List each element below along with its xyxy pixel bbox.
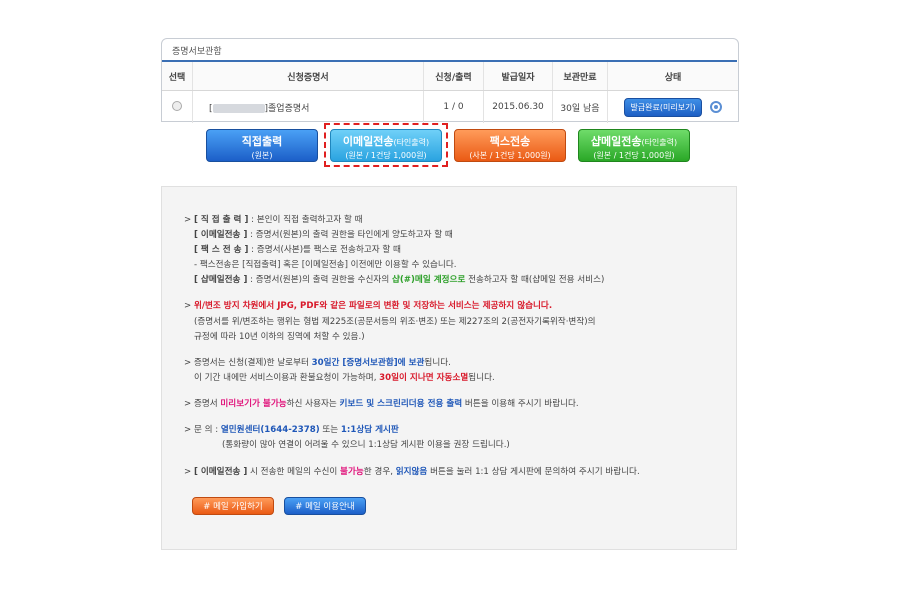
info-line-law-2: 규정에 따라 10년 이하의 징역에 처할 수 있음.)	[194, 332, 365, 342]
info-line-shap: [ 샵메일전송 ] : 증명서(원본)의 출력 권한을 수신자의 샵(#)메일 …	[194, 275, 605, 285]
direct-print-sub: (원본)	[251, 151, 273, 160]
mail-join-button[interactable]: # 메일 가입하기	[192, 497, 274, 515]
highlight-box	[324, 123, 448, 167]
count-cell: 1 / 0	[423, 90, 484, 123]
info-line-storage: > 증명서는 신청(결제)한 날로부터 30일간 [증명서보관함]에 보관됩니다…	[184, 358, 451, 368]
fax-send-title: 팩스전송	[489, 135, 531, 148]
shap-send-title: 샵메일전송	[590, 135, 642, 148]
header-certificate: 신청증명서	[192, 62, 424, 91]
fax-send-button[interactable]: 팩스전송 (사본 / 1건당 1,000원)	[454, 129, 566, 162]
header-expiry: 보관만료	[552, 62, 608, 91]
table-row: [ ]졸업증명서 1 / 0 2015.06.30 30일 남음 발급완료(미리보…	[162, 90, 739, 124]
certificate-name-cell: [ ]졸업증명서	[192, 90, 424, 123]
tab-certificate-storage[interactable]: 증명서보관함	[162, 39, 737, 62]
eye-icon[interactable]	[709, 101, 722, 113]
select-cell	[162, 90, 193, 123]
info-line-refund: 이 기간 내에만 서비스이용과 환불요청이 가능하며, 30일이 지나면 자동소…	[194, 373, 495, 383]
info-line-direct: > [ 직 접 출 력 ] : 본인이 직접 출력하고자 할 때	[184, 215, 363, 225]
info-line-fax-note: - 팩스전송은 [직접출력] 혹은 [이메일전송] 이전에만 이용할 수 있습니…	[194, 260, 457, 270]
direct-print-button[interactable]: 직접출력 (원본)	[206, 129, 318, 162]
header-status: 상태	[607, 62, 738, 91]
issue-preview-button[interactable]: 발급완료(미리보기)	[624, 97, 702, 117]
header-issue-date: 발급일자	[483, 62, 553, 91]
info-line-unread: > [ 이메일전송 ] 시 전송한 메일의 수신이 불가능한 경우, 읽지않음 …	[184, 467, 640, 477]
shap-send-note: (타인출력)	[641, 138, 678, 147]
certificate-table: 선택 신청증명서 신청/출력 발급일자 보관만료 상태 [ ]졸업증명서 1 / …	[162, 62, 738, 123]
header-select: 선택	[162, 62, 193, 91]
issue-date-cell: 2015.06.30	[483, 90, 553, 123]
info-line-fax: [ 팩 스 전 송 ] : 증명서(사본)를 팩스로 전송하고자 할 때	[194, 245, 401, 255]
tab-label: 증명서보관함	[172, 47, 222, 57]
info-line-preview: > 증명서 미리보기가 불가능하신 사용자는 키보드 및 스크린리더용 전용 출…	[184, 399, 579, 409]
shap-send-sub: (원본 / 1건당 1,000원)	[593, 151, 675, 160]
table-header-row: 선택 신청증명서 신청/출력 발급일자 보관만료 상태	[162, 62, 738, 91]
info-line-law: (증명서를 위/변조하는 행위는 형법 제225조(공문서등의 위조·변조) 또…	[194, 317, 596, 327]
cert-prefix: [	[209, 103, 213, 114]
status-cell: 발급완료(미리보기)	[608, 91, 739, 124]
select-radio[interactable]	[172, 100, 182, 111]
info-line-forgery: > 위/변조 방지 차원에서 JPG, PDF와 같은 파일로의 변환 및 저장…	[184, 301, 553, 311]
header-count: 신청/출력	[423, 62, 484, 91]
certificate-storage-panel: 증명서보관함 선택 신청증명서 신청/출력 발급일자 보관만료 상태 [ ]졸업증…	[161, 38, 739, 123]
mail-guide-button[interactable]: # 메일 이용안내	[284, 497, 366, 515]
info-line-contact-note: (통화량이 많아 연결이 어려울 수 있으니 1:1상담 게시판 이용을 권장 …	[222, 440, 510, 450]
expiry-cell: 30일 남음	[552, 90, 608, 123]
fax-send-sub: (사본 / 1건당 1,000원)	[469, 151, 551, 160]
info-line-email: [ 이메일전송 ] : 증명서(원본)의 출력 권한을 타인에게 양도하고자 할…	[194, 230, 453, 240]
info-line-contact: > 문 의 : 열민원센터(1644-2378) 또는 1:1상담 게시판	[184, 425, 399, 435]
info-panel: > [ 직 접 출 력 ] : 본인이 직접 출력하고자 할 때 [ 이메일전송…	[161, 186, 737, 550]
redacted-name	[212, 103, 265, 113]
shap-mail-send-button[interactable]: 샵메일전송(타인출력) (원본 / 1건당 1,000원)	[578, 129, 690, 162]
cert-name: ]졸업증명서	[264, 103, 310, 114]
direct-print-title: 직접출력	[241, 135, 283, 148]
